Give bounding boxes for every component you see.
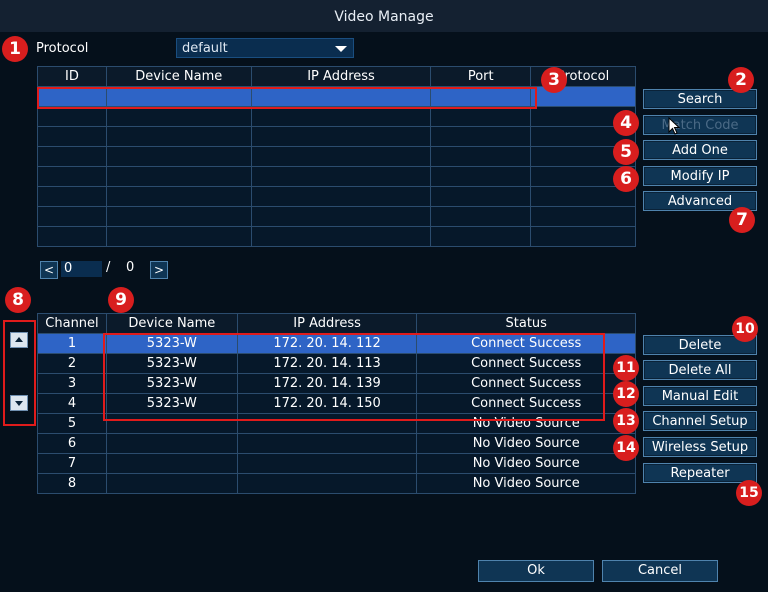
table-row[interactable]: 6 No Video Source (37, 433, 636, 454)
channel-cell: 1 (37, 333, 107, 354)
cancel-button[interactable]: Cancel (602, 560, 718, 582)
column-header-ip-address: IP Address (250, 66, 432, 87)
column-header-device-name: Device Name (105, 313, 238, 334)
window-title: Video Manage (0, 0, 768, 33)
protocol-select[interactable]: default (176, 38, 354, 58)
callout-badge-6: 6 (613, 166, 639, 192)
channel-setup-button[interactable]: Channel Setup (643, 411, 757, 431)
table-row[interactable] (37, 106, 636, 127)
status-cell: No Video Source (416, 473, 636, 494)
mouse-cursor-icon (668, 117, 681, 135)
callout-badge-13: 13 (613, 408, 639, 434)
page-current-field[interactable]: 0 (61, 261, 102, 277)
callout-badge-9: 9 (108, 287, 134, 313)
highlight-box-scroll (3, 320, 36, 426)
protocol-value: default (182, 41, 228, 56)
ok-button[interactable]: Ok (478, 560, 594, 582)
ip-address-cell (236, 433, 418, 454)
manual-edit-button[interactable]: Manual Edit (643, 386, 757, 406)
channel-cell: 4 (37, 393, 107, 414)
callout-badge-8: 8 (5, 287, 31, 313)
table-row[interactable] (37, 186, 636, 207)
protocol-label: Protocol (36, 41, 89, 56)
table-row[interactable] (37, 146, 636, 167)
delete-all-button[interactable]: Delete All (643, 360, 757, 380)
table-row[interactable]: 8 No Video Source (37, 473, 636, 494)
column-header-id: ID (37, 66, 107, 87)
callout-badge-11: 11 (613, 355, 639, 381)
callout-badge-1: 1 (2, 36, 28, 62)
repeater-button[interactable]: Repeater (643, 463, 757, 483)
device-name-cell (105, 473, 238, 494)
callout-badge-5: 5 (613, 139, 639, 165)
ip-address-cell (236, 453, 418, 474)
column-header-status: Status (416, 313, 636, 334)
table-row[interactable]: 7 No Video Source (37, 453, 636, 474)
channel-cell: 5 (37, 413, 107, 434)
callout-badge-12: 12 (613, 381, 639, 407)
status-cell: No Video Source (416, 433, 636, 454)
channel-cell: 8 (37, 473, 107, 494)
wireless-setup-button[interactable]: Wireless Setup (643, 437, 757, 457)
column-header-channel: Channel (37, 313, 107, 334)
status-cell: No Video Source (416, 453, 636, 474)
callout-badge-14: 14 (613, 435, 639, 461)
callout-badge-7: 7 (729, 207, 755, 233)
table-row[interactable] (37, 126, 636, 147)
highlight-box-channels (103, 333, 605, 421)
add-one-button[interactable]: Add One (643, 140, 757, 160)
page-total: 0 (126, 260, 135, 275)
next-page-button[interactable]: > (150, 261, 168, 279)
table-header-row: Channel Device Name IP Address Status (37, 313, 636, 334)
callout-badge-3: 3 (541, 67, 567, 93)
channel-cell: 7 (37, 453, 107, 474)
channel-cell: 6 (37, 433, 107, 454)
column-header-device-name: Device Name (105, 66, 252, 87)
chevron-down-icon (335, 46, 347, 52)
table-row[interactable] (37, 206, 636, 227)
device-name-cell (105, 453, 238, 474)
callout-badge-10: 10 (732, 316, 758, 342)
match-code-button[interactable]: Match Code (643, 115, 757, 135)
column-header-port: Port (430, 66, 532, 87)
prev-page-button[interactable]: < (40, 261, 58, 279)
highlight-box-search-row (37, 87, 537, 109)
callout-badge-15: 15 (736, 480, 762, 506)
device-name-cell (105, 433, 238, 454)
table-row[interactable] (37, 166, 636, 187)
channel-cell: 2 (37, 353, 107, 374)
table-row[interactable] (37, 226, 636, 247)
modify-ip-button[interactable]: Modify IP (643, 166, 757, 186)
channel-cell: 3 (37, 373, 107, 394)
column-header-ip-address: IP Address (236, 313, 418, 334)
callout-badge-4: 4 (613, 110, 639, 136)
page-separator: / (106, 260, 111, 275)
callout-badge-2: 2 (728, 67, 754, 93)
ip-address-cell (236, 473, 418, 494)
